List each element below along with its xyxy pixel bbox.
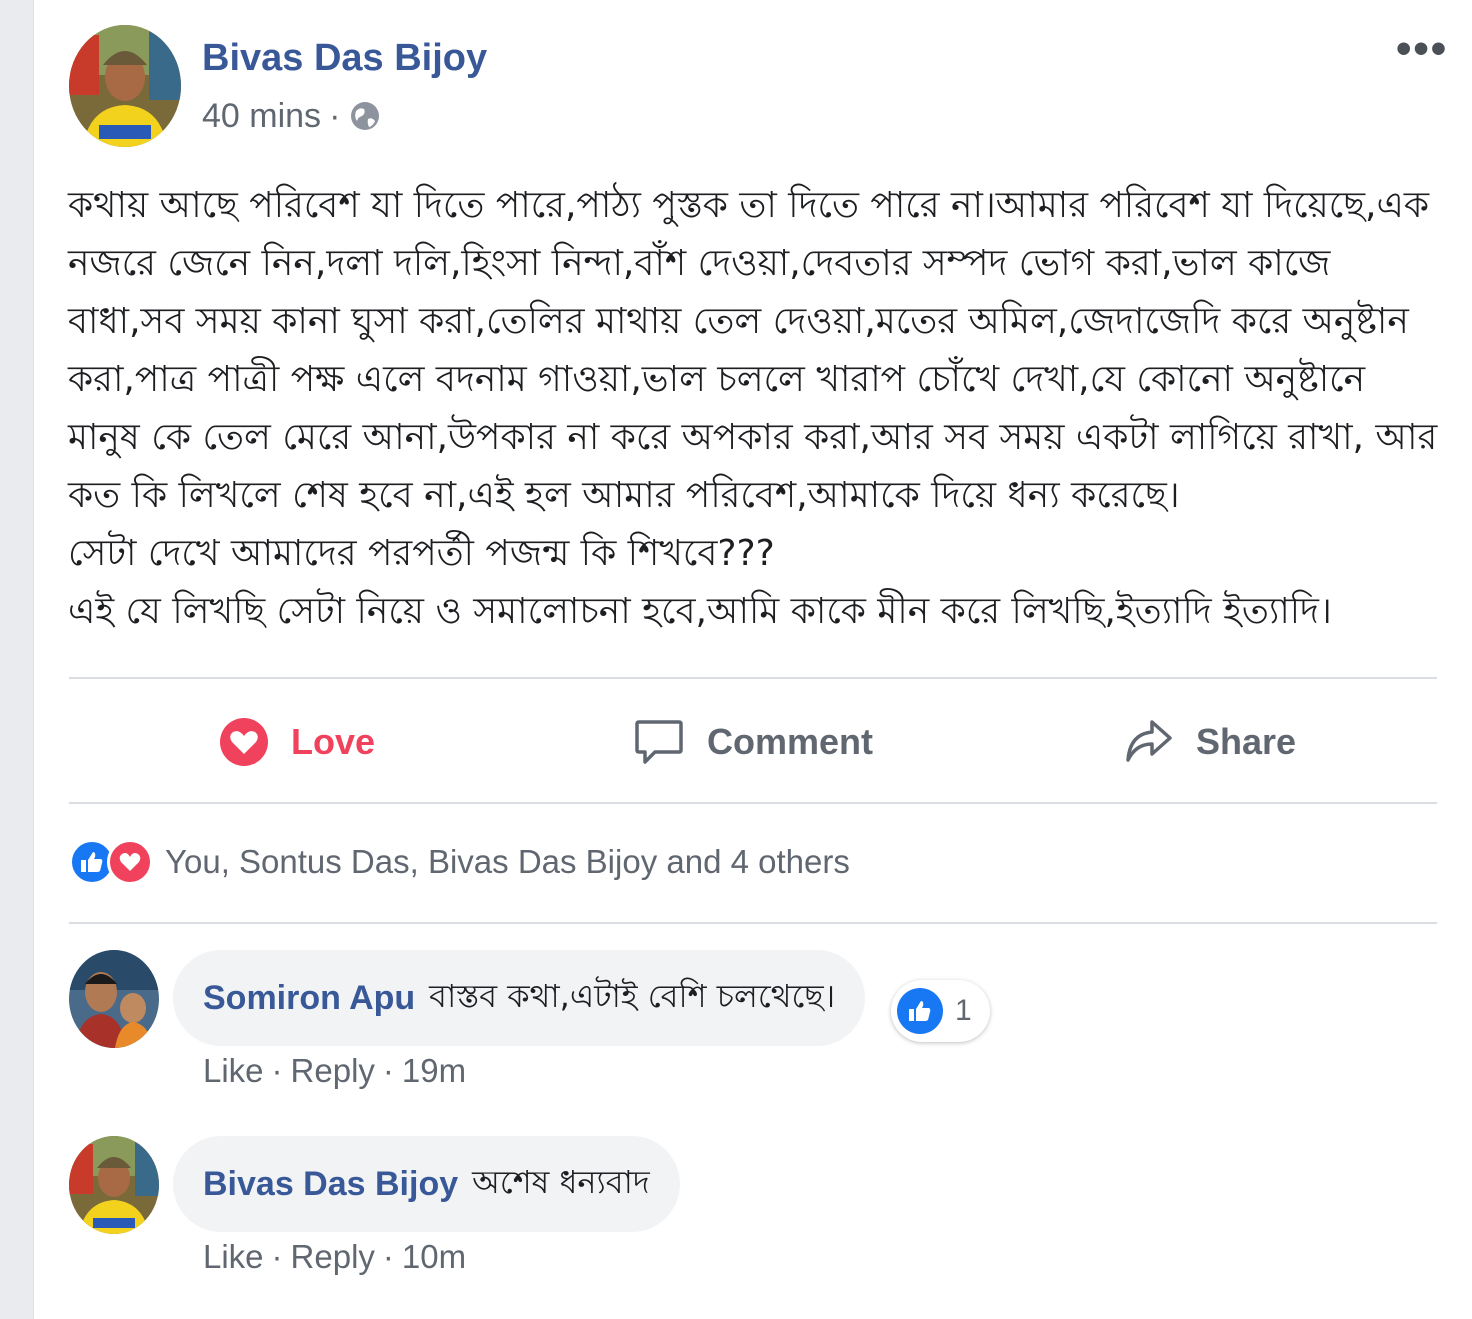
like-count-value: 1 bbox=[955, 994, 972, 1027]
comment-like-link[interactable]: Like bbox=[203, 1238, 264, 1276]
comment-like-link[interactable]: Like bbox=[203, 1052, 264, 1090]
commenter-name[interactable]: Bivas Das Bijoy bbox=[203, 1165, 458, 1204]
link-separator: · bbox=[382, 1052, 394, 1089]
reactions-text: You, Sontus Das, Bivas Das Bijoy and 4 o… bbox=[165, 843, 850, 880]
divider bbox=[69, 922, 1437, 924]
share-label: Share bbox=[1195, 721, 1297, 762]
comment-button[interactable]: Comment bbox=[525, 680, 981, 804]
comment-label: Comment bbox=[706, 721, 873, 762]
more-options-icon[interactable]: ••• bbox=[1396, 27, 1448, 71]
post-author-name[interactable]: Bivas Das Bijoy bbox=[202, 37, 487, 80]
comment-text: অশেষ ধন্যবাদ bbox=[472, 1163, 650, 1201]
post-paragraph: কথায় আছে পরিবেশ যা দিতে পারে,পাঠ্য পুস্… bbox=[68, 185, 1438, 516]
love-button[interactable]: Love bbox=[69, 680, 525, 804]
author-avatar[interactable] bbox=[69, 25, 181, 147]
globe-icon[interactable] bbox=[348, 99, 382, 133]
link-separator: · bbox=[271, 1238, 283, 1275]
comment-links: Like · Reply · 19m bbox=[203, 1052, 466, 1090]
left-gutter bbox=[0, 0, 34, 1319]
comment-time[interactable]: 19m bbox=[402, 1052, 466, 1090]
share-icon bbox=[1122, 716, 1174, 768]
reactions-summary[interactable]: You, Sontus Das, Bivas Das Bijoy and 4 o… bbox=[69, 834, 850, 890]
comment-text: বাস্তব কথা,এটাই বেশি চলথেছে। bbox=[429, 977, 836, 1015]
post-paragraph: এই যে লিখছি সেটা নিয়ে ও সমালোচনা হবে,আম… bbox=[68, 591, 1332, 632]
love-reaction-icon bbox=[107, 839, 153, 885]
comment-bubble: Somiron Apu বাস্তব কথা,এটাই বেশি চলথেছে। bbox=[173, 950, 866, 1046]
love-label: Love bbox=[290, 721, 376, 762]
comment-reply-link[interactable]: Reply bbox=[291, 1052, 375, 1090]
comment-links: Like · Reply · 10m bbox=[203, 1238, 466, 1276]
comment-icon bbox=[633, 716, 685, 768]
link-separator: · bbox=[382, 1238, 394, 1275]
comment-like-count[interactable]: 1 bbox=[891, 980, 990, 1042]
comment-time[interactable]: 10m bbox=[402, 1238, 466, 1276]
like-reaction-icon bbox=[897, 988, 943, 1034]
reaction-icons bbox=[69, 839, 153, 885]
love-icon bbox=[219, 717, 269, 767]
share-button[interactable]: Share bbox=[981, 680, 1437, 804]
commenter-avatar[interactable] bbox=[69, 1136, 159, 1234]
commenter-avatar[interactable] bbox=[69, 950, 159, 1048]
commenter-name[interactable]: Somiron Apu bbox=[203, 979, 415, 1018]
link-separator: · bbox=[271, 1052, 283, 1089]
post-time[interactable]: 40 mins bbox=[202, 97, 321, 136]
comment-bubble: Bivas Das Bijoy অশেষ ধন্যবাদ bbox=[173, 1136, 680, 1232]
divider bbox=[69, 677, 1437, 679]
post-paragraph: সেটা দেখে আমাদের পরপর্তী পজন্ম কি শিখবে?… bbox=[68, 533, 775, 574]
post-meta: 40 mins · bbox=[202, 96, 382, 136]
post-card: Bivas Das Bijoy 40 mins · ••• কথায় আছে … bbox=[34, 0, 1472, 1319]
comment-reply-link[interactable]: Reply bbox=[291, 1238, 375, 1276]
divider bbox=[69, 802, 1437, 804]
meta-separator: · bbox=[329, 96, 341, 135]
action-bar: Love Comment Share bbox=[69, 680, 1437, 804]
post-body: কথায় আছে পরিবেশ যা দিতে পারে,পাঠ্য পুস্… bbox=[68, 177, 1448, 641]
